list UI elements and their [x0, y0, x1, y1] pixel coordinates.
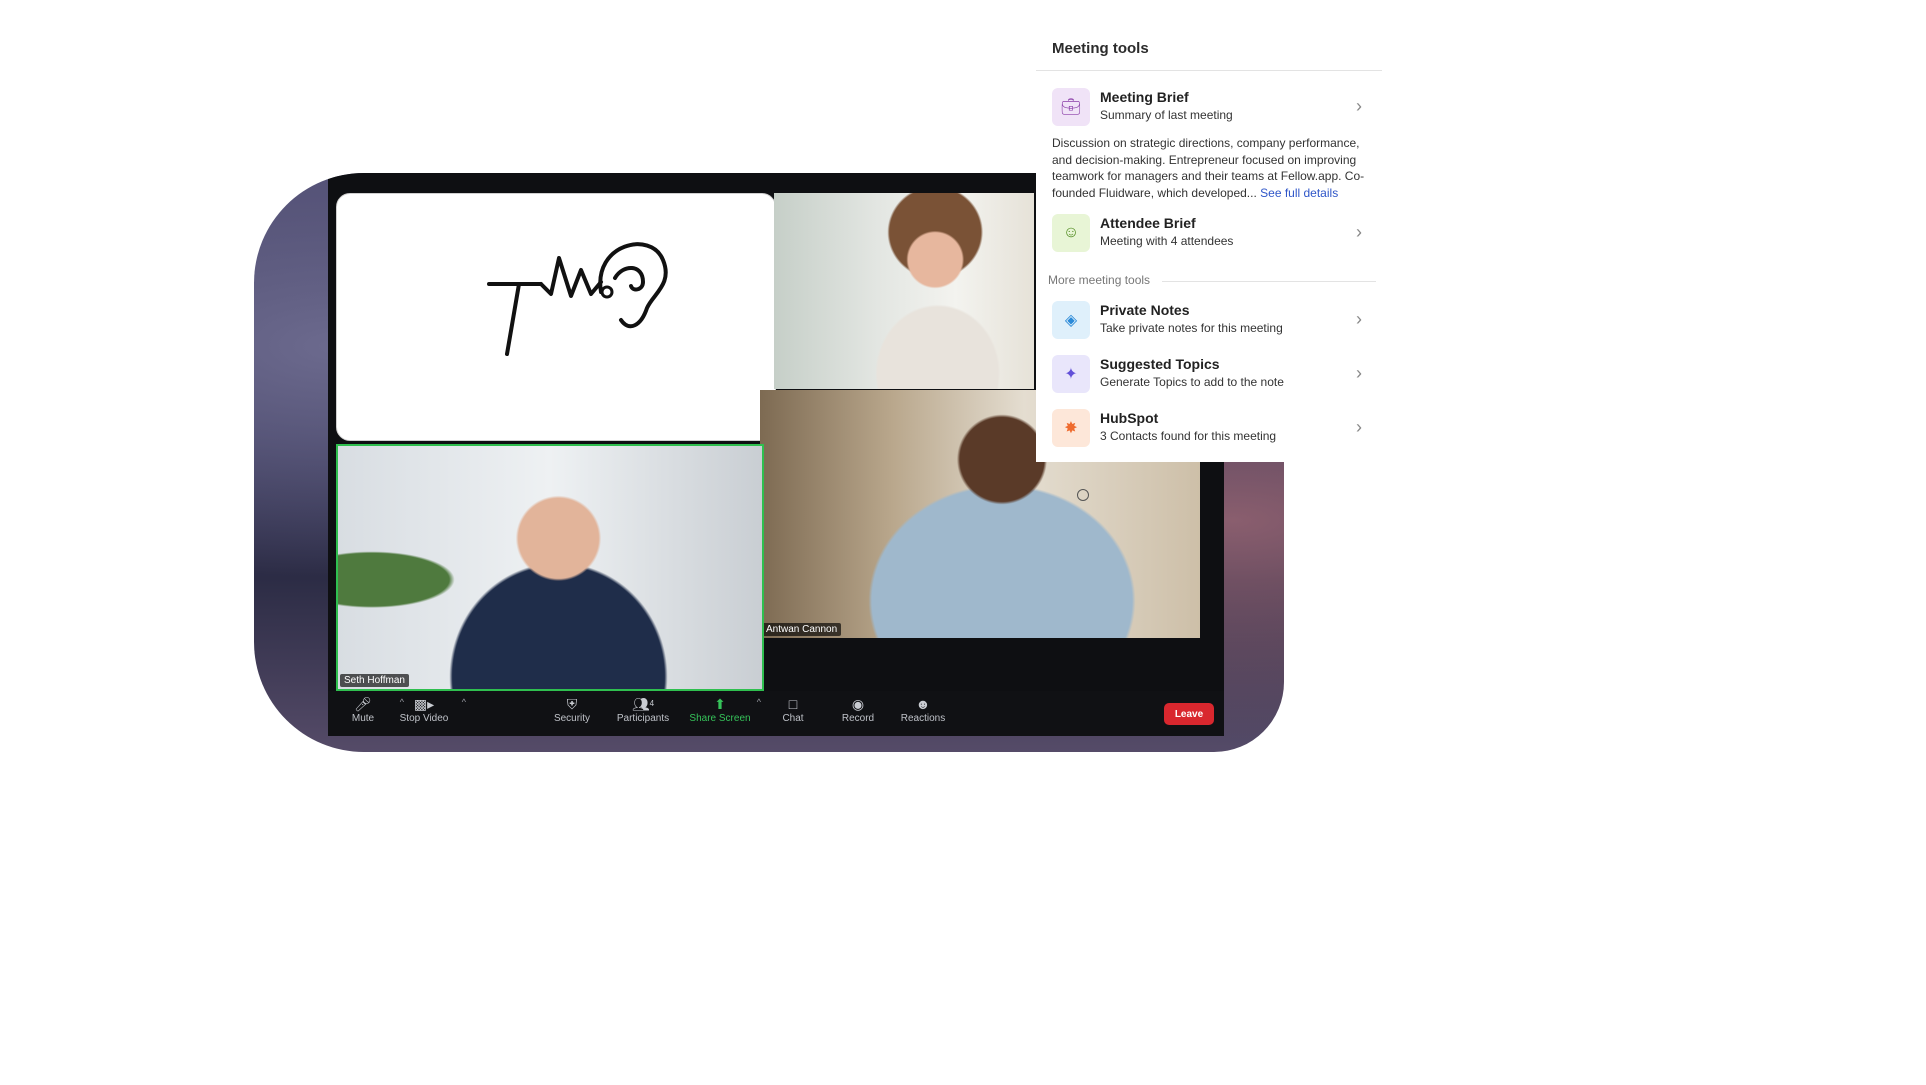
chat-button[interactable]: □ Chat [758, 695, 828, 724]
more-meeting-tools-label: More meeting tools [1048, 273, 1151, 287]
panel-title: Meeting tools [1052, 40, 1149, 57]
divider [1036, 70, 1382, 71]
participant-name-tag: Antwan Cannon [762, 623, 842, 636]
whiteboard-tile [336, 193, 776, 441]
suggested-topics-item[interactable]: ✦ Suggested Topics Generate Topics to ad… [1052, 355, 1372, 393]
see-full-details-link[interactable]: See full details [1260, 186, 1338, 200]
participant-name-tag: Seth Hoffman [340, 674, 409, 687]
stop-video-button[interactable]: ▩▸ Stop Video ^ [388, 695, 466, 724]
chevron-right-icon: › [1356, 309, 1362, 329]
participants-count: 4 [649, 699, 655, 708]
reactions-button[interactable]: ☻ Reactions [888, 695, 958, 724]
meeting-brief-summary: Discussion on strategic directions, comp… [1052, 136, 1365, 200]
chat-icon: □ [788, 696, 798, 712]
share-screen-button[interactable]: ⬆ Share Screen ^ [685, 695, 761, 724]
divider [1162, 281, 1376, 282]
chevron-right-icon: › [1356, 417, 1362, 437]
record-icon: ◉ [851, 696, 865, 712]
chevron-right-icon: › [1356, 363, 1362, 383]
record-button[interactable]: ◉ Record [823, 695, 893, 724]
sparkles-icon: ✦ [1052, 355, 1090, 393]
chevron-right-icon: › [1356, 222, 1362, 242]
meeting-tools-panel: Meeting tools 💼︎ Meeting Brief Summary o… [1036, 30, 1382, 462]
participant-video-seth-active-speaker: Seth Hoffman [336, 444, 764, 691]
video-camera-icon: ▩▸ [413, 696, 435, 712]
meeting-toolbar: 🎤︎ Mute ^ ▩▸ Stop Video ^ ⛨ Security 👥︎4… [328, 691, 1224, 736]
mouse-cursor-icon [1077, 489, 1089, 501]
reactions-smiley-icon: ☻ [915, 696, 931, 712]
shield-icon: ⛨ [566, 696, 578, 712]
briefcase-icon: 💼︎ [1052, 88, 1090, 126]
chevron-right-icon: › [1356, 96, 1362, 116]
chevron-up-icon[interactable]: ^ [462, 697, 466, 707]
participants-icon: 👥︎4 [631, 696, 655, 712]
hubspot-icon: ✸ [1052, 409, 1090, 447]
participant-video-woman [774, 193, 1034, 389]
incognito-icon: ◈ [1052, 301, 1090, 339]
private-notes-item[interactable]: ◈ Private Notes Take private notes for t… [1052, 301, 1372, 339]
ear-scribble-drawing [487, 242, 668, 356]
meeting-brief-item[interactable]: 💼︎ Meeting Brief Summary of last meeting… [1052, 88, 1372, 126]
security-button[interactable]: ⛨ Security [537, 695, 607, 724]
attendee-brief-item[interactable]: ☺ Attendee Brief Meeting with 4 attendee… [1052, 214, 1372, 252]
share-screen-icon: ⬆ [714, 696, 726, 712]
smiley-icon: ☺ [1052, 214, 1090, 252]
participants-button[interactable]: 👥︎4 Participants [608, 695, 678, 724]
hubspot-item[interactable]: ✸ HubSpot 3 Contacts found for this meet… [1052, 409, 1372, 447]
leave-button[interactable]: Leave [1164, 703, 1214, 725]
